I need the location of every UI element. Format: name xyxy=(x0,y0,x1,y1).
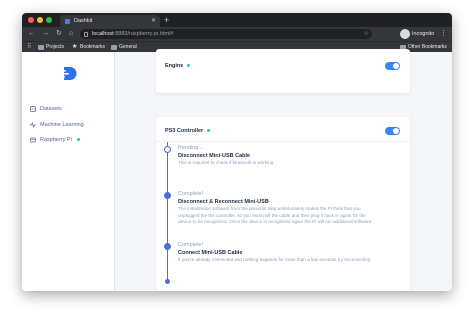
engine-status-dot xyxy=(187,64,191,68)
sidebar-item-label: Machine Learning xyxy=(40,122,84,128)
reload-icon[interactable]: ↻ xyxy=(56,27,62,41)
ps3-controller-title: PS3 Controller xyxy=(165,128,211,134)
complete-step-marker xyxy=(164,192,171,199)
folder-icon xyxy=(111,44,117,50)
bookmark-bookmarks[interactable]: ★ Bookmarks xyxy=(72,42,105,52)
info-icon xyxy=(84,31,88,37)
forward-icon[interactable]: → xyxy=(42,27,49,41)
main-content: Engine PS3 Controller Pending... Disconn… xyxy=(115,49,452,291)
bookmark-star-icon[interactable]: ☆ xyxy=(364,29,369,39)
bookmark-projects[interactable]: Projects xyxy=(38,42,64,52)
card-divider xyxy=(156,141,410,142)
favicon-icon xyxy=(65,18,70,24)
step-status: Complete! xyxy=(178,242,204,248)
close-window-button[interactable] xyxy=(28,17,34,23)
dashkit-logo-icon xyxy=(59,67,77,80)
back-icon[interactable]: ← xyxy=(28,27,35,41)
engine-toggle[interactable] xyxy=(385,62,400,70)
step-description: This is required to check if bluetooth i… xyxy=(178,160,274,165)
close-tab-icon[interactable]: ✕ xyxy=(151,15,156,27)
toggle-knob xyxy=(393,128,399,134)
toggle-knob xyxy=(393,63,399,69)
engine-title: Engine xyxy=(165,63,191,69)
step-title: Disconnect & Reconnect Mini-USB xyxy=(178,199,269,205)
step-reconnect-usb: Complete! Disconnect & Reconnect Mini-US… xyxy=(178,191,403,226)
timeline-end-dot xyxy=(165,279,170,284)
step-disconnect-cable: Pending... Disconnect Mini-USB Cable Thi… xyxy=(178,145,403,167)
sidebar-item-label: Raspberry Pi xyxy=(40,137,72,143)
sidebar: Datasets Machine Learning Raspberry Pi xyxy=(22,52,115,291)
sidebar-item-raspberry-pi[interactable]: Raspberry Pi xyxy=(30,136,81,144)
browser-menu-icon[interactable]: ⋮ xyxy=(440,27,447,41)
incognito-label: Incognito xyxy=(412,31,435,37)
incognito-indicator[interactable]: Incognito xyxy=(400,29,434,39)
pending-step-marker xyxy=(164,146,171,153)
step-status: Complete! xyxy=(178,191,204,197)
online-status-dot xyxy=(77,138,81,142)
controller-status-dot xyxy=(207,129,211,133)
url-path: :8883/raspberry-pi.html# xyxy=(113,31,174,37)
step-description: If you're already connected and nothing … xyxy=(178,257,371,262)
ps3-controller-card: PS3 Controller Pending... Disconnect Min… xyxy=(156,117,410,291)
minimize-window-button[interactable] xyxy=(37,17,43,23)
tab-strip: Dashkit ✕ + xyxy=(22,13,452,27)
address-bar[interactable]: localhost:8883/raspberry-pi.html# ☆ xyxy=(80,29,372,39)
engine-card: Engine xyxy=(156,49,410,93)
activity-icon xyxy=(30,122,36,128)
timeline-line xyxy=(167,142,168,282)
step-title: Connect Mini-USB Cable xyxy=(178,250,243,256)
incognito-icon xyxy=(400,29,410,39)
new-tab-button[interactable]: + xyxy=(164,14,169,26)
browser-window: Dashkit ✕ + ← → ↻ ⌂ localhost:8883/raspb… xyxy=(22,13,452,291)
browser-tab[interactable]: Dashkit ✕ xyxy=(60,15,160,27)
step-description-line: device to be recognized. Once the device… xyxy=(178,219,373,224)
star-icon: ★ xyxy=(72,44,78,50)
browser-toolbar: ← → ↻ ⌂ localhost:8883/raspberry-pi.html… xyxy=(22,27,452,41)
tab-title: Dashkit xyxy=(74,18,93,24)
url-host: localhost xyxy=(92,31,114,37)
sidebar-item-label: Datasets xyxy=(40,106,62,112)
folder-icon xyxy=(38,44,44,50)
ps3-controller-toggle[interactable] xyxy=(385,127,400,135)
step-title: Disconnect Mini-USB Cable xyxy=(178,153,251,159)
step-connect-cable: Complete! Connect Mini-USB Cable If you'… xyxy=(178,242,403,264)
database-icon xyxy=(30,106,36,112)
bookmark-general[interactable]: General xyxy=(111,42,137,52)
maximize-window-button[interactable] xyxy=(46,17,52,23)
chip-icon xyxy=(30,137,36,143)
complete-step-marker xyxy=(164,243,171,250)
home-icon[interactable]: ⌂ xyxy=(69,27,73,41)
sidebar-item-machine-learning[interactable]: Machine Learning xyxy=(30,121,84,129)
sidebar-item-datasets[interactable]: Datasets xyxy=(30,105,62,113)
step-status: Pending... xyxy=(178,145,203,151)
